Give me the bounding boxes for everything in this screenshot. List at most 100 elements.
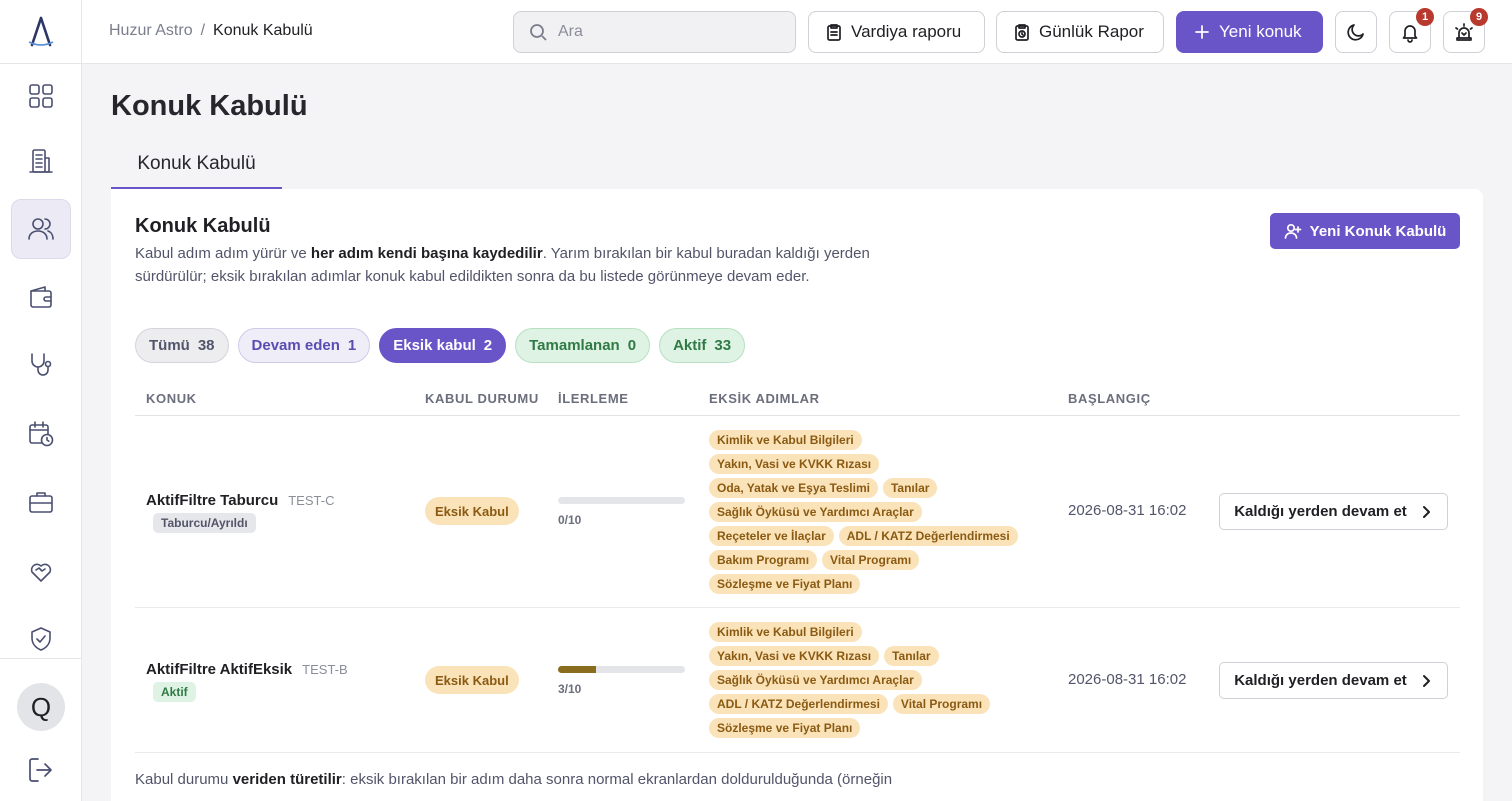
guest-name: AktifFiltre AktifEksik TEST-B bbox=[146, 661, 348, 678]
step-tag: Sözleşme ve Fiyat Planı bbox=[709, 574, 861, 594]
logout-button[interactable] bbox=[26, 755, 56, 785]
step-tag: Sağlık Öyküsü ve Yardımcı Araçlar bbox=[709, 502, 922, 522]
guest-name-text: AktifFiltre Taburcu bbox=[146, 492, 279, 509]
filter-count: 1 bbox=[347, 337, 357, 354]
progress-indicator: 0/10 bbox=[558, 497, 685, 527]
filter-count: 33 bbox=[714, 337, 732, 354]
footnote-text-bold: veriden türetilir bbox=[232, 771, 342, 788]
step-tag: Vital Programı bbox=[822, 550, 920, 570]
breadcrumb-root[interactable]: Huzur Astro bbox=[109, 22, 193, 40]
notifications-button[interactable]: 1 bbox=[1389, 8, 1434, 53]
theme-toggle-button[interactable] bbox=[1335, 11, 1377, 53]
sidebar: Q bbox=[0, 0, 82, 801]
step-tag: Yakın, Vasi ve KVKK Rızası bbox=[709, 646, 880, 666]
users-icon bbox=[28, 218, 54, 240]
wallet-icon bbox=[30, 286, 52, 308]
user-plus-icon bbox=[1284, 223, 1302, 239]
header-start[interactable]: BAŞLANGIÇ bbox=[1068, 391, 1151, 406]
sidebar-item-staff[interactable] bbox=[11, 472, 71, 532]
step-tag: Reçeteler ve İlaçlar bbox=[709, 526, 834, 546]
sidebar-item-schedule[interactable] bbox=[11, 404, 71, 464]
card-title: Konuk Kabulü bbox=[135, 215, 271, 237]
filter-count: 38 bbox=[197, 337, 215, 354]
progress-indicator: 3/10 bbox=[558, 666, 685, 696]
continue-button[interactable]: Kaldığı yerden devam et bbox=[1219, 493, 1448, 530]
shift-report-button[interactable]: Vardiya raporu bbox=[808, 11, 985, 53]
logout-icon bbox=[29, 758, 52, 782]
heart-handshake-icon bbox=[30, 563, 52, 582]
new-guest-button[interactable]: Yeni konuk bbox=[1176, 11, 1323, 53]
avatar[interactable]: Q bbox=[17, 683, 65, 731]
step-tag: Vital Programı bbox=[892, 694, 991, 714]
progress-fill bbox=[558, 666, 597, 673]
clipboard-clock-icon bbox=[1015, 24, 1029, 41]
plus-icon bbox=[1195, 25, 1209, 39]
start-date: 2026-08-31 16:02 bbox=[1068, 671, 1187, 688]
filter-label: Eksik kabul bbox=[393, 337, 476, 354]
filter-label: Tamamlanan bbox=[529, 337, 620, 354]
sidebar-item-dashboard[interactable] bbox=[11, 66, 71, 126]
admissions-table: KONUK KABUL DURUMU İLERLEME EKSİK ADIMLA… bbox=[135, 379, 1460, 753]
guest-name-text: AktifFiltre AktifEksik bbox=[146, 661, 293, 678]
table-row[interactable]: AktifFiltre AktifEksik TEST-B Aktif Eksik… bbox=[135, 608, 1460, 753]
step-tag: Bakım Programı bbox=[709, 550, 818, 570]
header-status[interactable]: KABUL DURUMU bbox=[425, 391, 539, 406]
filter-all[interactable]: Tümü 38 bbox=[135, 328, 229, 363]
sidebar-item-health[interactable] bbox=[11, 335, 71, 395]
missing-steps: Kimlik ve Kabul Bilgileri Yakın, Vasi ve… bbox=[709, 622, 1049, 742]
search-icon bbox=[530, 24, 547, 41]
filter-active[interactable]: Aktif 33 bbox=[659, 328, 746, 363]
continue-button[interactable]: Kaldığı yerden devam et bbox=[1219, 662, 1448, 699]
header-progress[interactable]: İLERLEME bbox=[558, 391, 629, 406]
sidebar-item-facility[interactable] bbox=[11, 131, 71, 191]
guest-state-badge: Aktif bbox=[153, 682, 196, 702]
sidebar-item-care[interactable] bbox=[11, 541, 71, 601]
step-tag: Yakın, Vasi ve KVKK Rızası bbox=[709, 454, 880, 474]
step-tag: Sözleşme ve Fiyat Planı bbox=[709, 718, 861, 738]
chevron-right-icon bbox=[1422, 505, 1430, 518]
continue-label: Kaldığı yerden devam et bbox=[1234, 672, 1407, 689]
sidebar-item-guests[interactable] bbox=[11, 199, 71, 259]
filter-label: Aktif bbox=[673, 337, 707, 354]
search-input[interactable] bbox=[558, 23, 778, 41]
desc-text-bold: her adım kendi başına kaydedilir bbox=[310, 245, 543, 262]
header-guest[interactable]: KONUK bbox=[146, 391, 197, 406]
guest-state-badge: Taburcu/Ayrıldı bbox=[153, 513, 256, 533]
desc-text-1: Kabul adım adım yürür ve bbox=[135, 245, 311, 262]
status-badge: Eksik Kabul bbox=[425, 666, 519, 694]
filter-in-progress[interactable]: Devam eden 1 bbox=[237, 328, 371, 363]
daily-report-button[interactable]: Günlük Rapor bbox=[996, 11, 1164, 53]
moon-icon bbox=[1347, 24, 1364, 41]
header-missing-steps[interactable]: EKSİK ADIMLAR bbox=[709, 391, 820, 406]
sidebar-item-finance[interactable] bbox=[11, 267, 71, 327]
filter-chips: Tümü 38 Devam eden 1 Eksik kabul 2 Tamamlan… bbox=[135, 328, 746, 363]
step-tag: ADL / KATZ Değerlendirmesi bbox=[838, 526, 1018, 546]
search-box[interactable] bbox=[513, 11, 796, 53]
logo-icon bbox=[28, 16, 53, 46]
filter-count: 2 bbox=[483, 337, 493, 354]
dashboard-icon bbox=[29, 84, 53, 108]
notifications-badge: 1 bbox=[1416, 8, 1434, 26]
tab-konuk-kabulu[interactable]: Konuk Kabulü bbox=[111, 140, 282, 189]
new-admission-button[interactable]: Yeni Konuk Kabulü bbox=[1270, 213, 1460, 249]
guest-name: AktifFiltre Taburcu TEST-C bbox=[146, 492, 334, 509]
alarms-button[interactable]: 9 bbox=[1443, 8, 1488, 53]
bell-icon bbox=[1402, 25, 1418, 43]
filter-incomplete[interactable]: Eksik kabul 2 bbox=[379, 328, 507, 363]
step-tag: Tanılar bbox=[882, 478, 938, 498]
progress-label: 0/10 bbox=[558, 513, 582, 527]
filter-label: Devam eden bbox=[251, 337, 340, 354]
step-tag: Kimlik ve Kabul Bilgileri bbox=[709, 430, 862, 450]
filter-completed[interactable]: Tamamlanan 0 bbox=[515, 328, 651, 363]
missing-steps: Kimlik ve Kabul Bilgileri Yakın, Vasi ve… bbox=[709, 430, 1049, 598]
footnote-text-2: : eksik bırakılan bir adım daha sonra no… bbox=[341, 771, 893, 788]
chevron-right-icon bbox=[1422, 674, 1430, 687]
table-row[interactable]: AktifFiltre Taburcu TEST-C Taburcu/Ayrıld… bbox=[135, 416, 1460, 608]
step-tag: ADL / KATZ Değerlendirmesi bbox=[709, 694, 888, 714]
app-logo[interactable] bbox=[0, 0, 81, 64]
sidebar-footer: Q bbox=[0, 658, 82, 801]
continue-label: Kaldığı yerden devam et bbox=[1234, 503, 1407, 520]
guest-code: TEST-B bbox=[302, 662, 348, 677]
step-tag: Tanılar bbox=[884, 646, 939, 666]
progress-bar bbox=[558, 666, 685, 673]
